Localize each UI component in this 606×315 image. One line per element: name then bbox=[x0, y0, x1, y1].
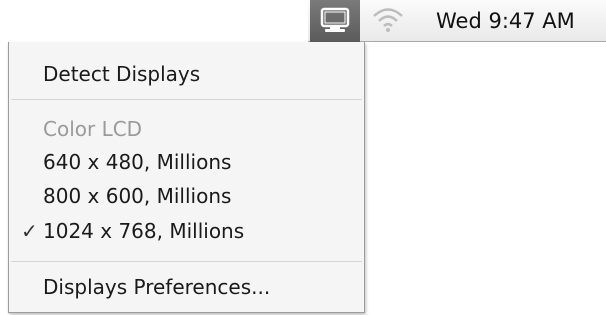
resolution-label: 640 x 480, Millions bbox=[43, 150, 232, 174]
menu-item-displays-preferences[interactable]: Displays Preferences... bbox=[9, 270, 364, 304]
screen: Wed 9:47 AM Detect Displays Color LCD 64… bbox=[0, 0, 606, 315]
wifi-icon bbox=[371, 5, 405, 37]
menu-item-resolution-1024x768[interactable]: ✓ 1024 x 768, Millions bbox=[9, 214, 364, 248]
displays-menu-extra[interactable] bbox=[310, 0, 360, 42]
menu-section-header-color-lcd: Color LCD bbox=[43, 117, 143, 141]
menu-bar: Wed 9:47 AM bbox=[308, 0, 606, 42]
checkmark-icon: ✓ bbox=[21, 219, 38, 243]
display-monitor-icon bbox=[319, 7, 351, 35]
resolution-label: 1024 x 768, Millions bbox=[43, 219, 245, 243]
menu-bar-clock[interactable]: Wed 9:47 AM bbox=[436, 0, 575, 42]
menu-item-resolution-800x600[interactable]: 800 x 600, Millions bbox=[9, 179, 364, 213]
resolution-label: 800 x 600, Millions bbox=[43, 184, 232, 208]
menu-separator bbox=[11, 261, 362, 262]
airport-menu-extra[interactable] bbox=[366, 4, 410, 38]
displays-dropdown-menu: Detect Displays Color LCD 640 x 480, Mil… bbox=[8, 42, 365, 313]
menu-item-detect-displays[interactable]: Detect Displays bbox=[9, 57, 364, 91]
menu-separator bbox=[11, 99, 362, 100]
menu-item-resolution-640x480[interactable]: 640 x 480, Millions bbox=[9, 145, 364, 179]
